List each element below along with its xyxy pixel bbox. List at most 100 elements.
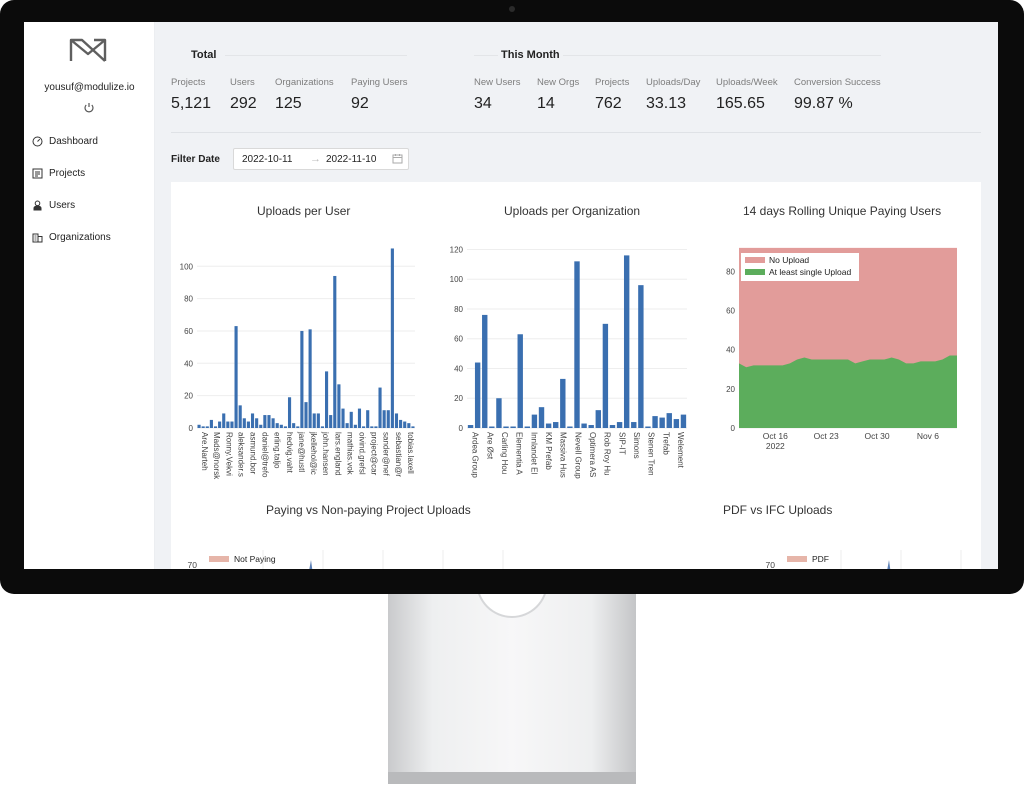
stat-label: Conversion Success [794, 77, 881, 88]
bar [673, 419, 680, 428]
bar [250, 413, 255, 428]
x-tick-label: 2022 [766, 441, 785, 451]
category-label: Optimera AS [588, 432, 597, 477]
bar [609, 425, 616, 428]
category-label: KM Prefab [544, 432, 553, 470]
bar [638, 285, 644, 428]
logout-icon[interactable] [83, 102, 95, 114]
filter-date-label: Filter Date [171, 154, 220, 165]
bar [510, 426, 516, 428]
dashboard-screen: yousuf@modulize.io Dashboard Projects Us… [24, 22, 998, 569]
tick-label: 100 [180, 262, 194, 271]
stat-month-uploads-day: Uploads/Day 33.13 [646, 77, 700, 113]
category-label: SIP-IT [617, 432, 626, 455]
category-label: sebastian@r [394, 432, 403, 477]
stat-label: Paying Users [351, 77, 408, 88]
bar [329, 415, 333, 428]
monitor-bezel: yousuf@modulize.io Dashboard Projects Us… [0, 0, 1024, 594]
legend-label: Not Paying [234, 554, 276, 564]
legend-swatch [745, 269, 765, 275]
bar [403, 421, 407, 428]
camera-icon [509, 6, 515, 12]
stat-label: Users [230, 77, 255, 88]
category-label: daniel@trefo [261, 432, 270, 478]
stat-month-conversion: Conversion Success 99.87 % [794, 77, 881, 113]
stat-value: 165.65 [716, 95, 765, 112]
stat-label: Uploads/Week [716, 77, 778, 88]
sidebar-item-label: Dashboard [49, 135, 98, 147]
legend-label: No Upload [769, 255, 809, 265]
x-tick-label: Nov 6 [917, 431, 939, 441]
category-label: Trefab [661, 432, 670, 455]
bar [320, 426, 325, 428]
chart-paying-vs-nonpaying: 70 Not Paying [188, 550, 504, 569]
bar [531, 414, 538, 428]
divider [474, 55, 498, 56]
tick-label: 100 [450, 275, 464, 284]
sidebar-item-label: Projects [49, 167, 86, 179]
bar [259, 424, 263, 428]
bar [574, 261, 580, 428]
tick-label: 60 [184, 327, 193, 336]
category-label: Mads@norsk [212, 432, 221, 480]
bar [201, 426, 205, 428]
tick-label: 40 [184, 359, 193, 368]
stat-value: 292 [230, 95, 257, 112]
date-end-input[interactable]: 2022-11-10 [326, 154, 376, 165]
category-label: Carling Hou [500, 432, 509, 474]
chart-rolling-paying-users: 0 20 40 60 80 Oct 162022 Oct 23 Oct 30 Nov 6 No U… [726, 247, 957, 451]
projects-icon [32, 168, 43, 178]
sidebar-item-dashboard[interactable]: Dashboard [32, 132, 98, 150]
stat-value: 14 [537, 95, 555, 112]
bar [370, 426, 374, 428]
bar [325, 371, 329, 428]
bar [242, 418, 246, 428]
tick-label: 120 [450, 245, 464, 254]
month-title: This Month [501, 49, 560, 61]
bar [666, 413, 672, 428]
legend-swatch [745, 257, 765, 263]
stat-value: 125 [275, 95, 302, 112]
bar [474, 362, 481, 428]
stand-base [388, 772, 636, 784]
dashboard-icon [32, 136, 43, 146]
date-range-picker[interactable]: 2022-10-11 → 2022-11-10 [233, 148, 409, 170]
bar [399, 419, 403, 428]
legend-label: At least single Upload [769, 267, 851, 277]
category-label: tobias.laxell [406, 432, 415, 474]
bar [300, 330, 304, 428]
calendar-icon[interactable] [392, 153, 403, 164]
bar [205, 426, 209, 428]
category-label: hedvig.vaht [285, 432, 294, 474]
stat-value: 5,121 [171, 95, 212, 112]
sidebar-item-projects[interactable]: Projects [32, 164, 85, 182]
stat-month-uploads-week: Uploads/Week 165.65 [716, 77, 778, 113]
category-label: Nevell Group [573, 432, 582, 479]
bar [631, 422, 637, 428]
bar [553, 422, 559, 428]
sidebar-item-organizations[interactable]: Organizations [32, 228, 111, 246]
bar [271, 418, 275, 428]
bar [411, 426, 415, 428]
date-start-input[interactable]: 2022-10-11 [242, 154, 292, 165]
sidebar: yousuf@modulize.io Dashboard Projects Us… [24, 22, 155, 569]
series-area-upload [739, 355, 957, 428]
bar [588, 425, 594, 428]
category-label: aleksander.s [236, 432, 245, 477]
category-label: erling.taljo [273, 432, 282, 469]
bar [357, 408, 362, 428]
bar [595, 410, 601, 428]
bar [353, 424, 357, 428]
bar [275, 423, 279, 428]
chart-uploads-per-user: 0 20 40 60 80 100 Are.Narteh Mads@norsk Ronny.Ve… [180, 248, 415, 480]
x-tick-label: Oct 30 [865, 431, 890, 441]
bar [263, 415, 267, 428]
sidebar-item-users[interactable]: Users [32, 196, 75, 214]
modulize-logo[interactable] [68, 36, 108, 64]
chart-title-pdf-vs-ifc: PDF vs IFC Uploads [723, 503, 833, 517]
bar [545, 423, 552, 428]
bar [197, 424, 201, 428]
bar [616, 422, 623, 428]
bar [503, 426, 509, 428]
sidebar-item-label: Users [49, 199, 76, 211]
